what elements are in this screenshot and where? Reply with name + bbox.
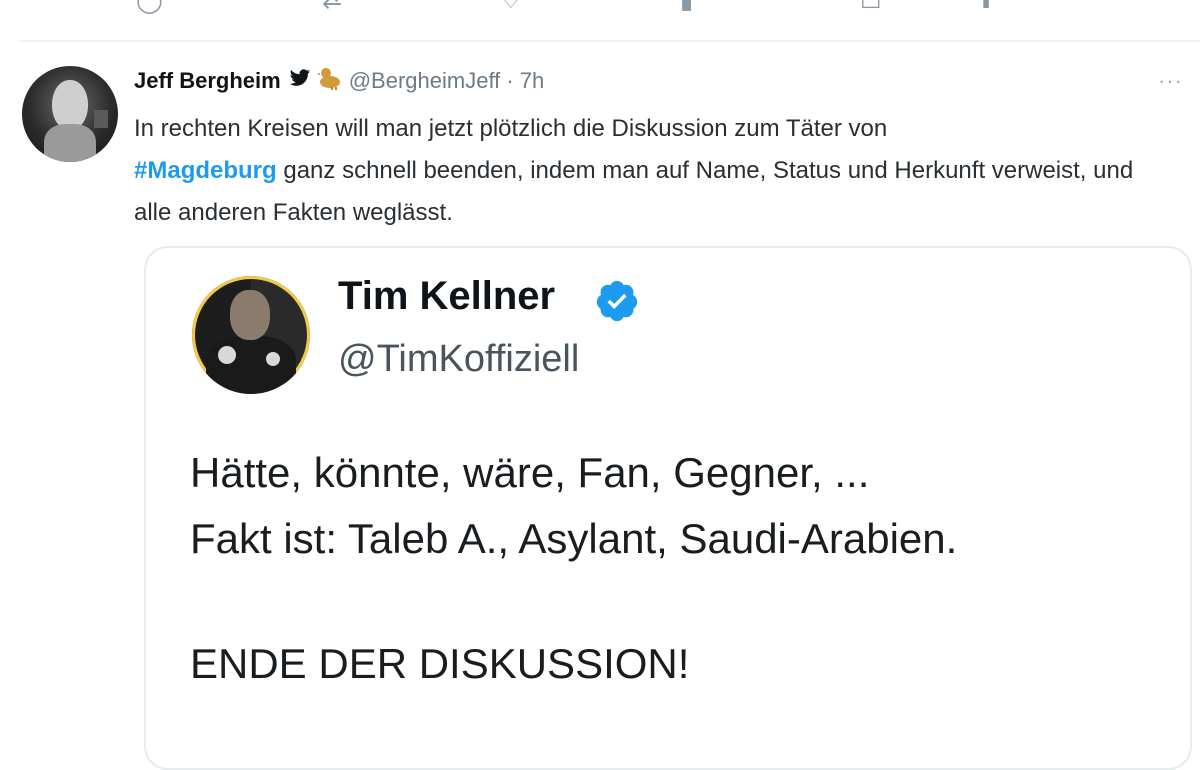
verified-badge-icon <box>596 280 638 322</box>
duck-icon <box>316 66 343 96</box>
quoted-author-name[interactable]: Tim Kellner <box>338 274 555 319</box>
author-handle-timestamp[interactable]: @BergheimJeff · 7h <box>349 68 545 94</box>
quoted-line-2: Fakt ist: Taleb A., Asylant, Saudi-Arabi… <box>190 515 958 562</box>
hashtag-link[interactable]: #Magdeburg <box>134 157 277 184</box>
quoted-line-1: Hätte, könnte, wäre, Fan, Gegner, ... <box>190 449 870 496</box>
tweet-divider <box>20 40 1200 42</box>
author-avatar[interactable] <box>22 66 118 162</box>
quoted-author-handle[interactable]: @TimKoffiziell <box>338 338 579 381</box>
tweet-text: In rechten Kreisen will man jetzt plötzl… <box>134 108 1154 234</box>
tweet-text-part2: ganz schnell beenden, indem man auf Name… <box>134 157 1134 226</box>
tweet-text-part1: In rechten Kreisen will man jetzt plötzl… <box>134 115 888 142</box>
quoted-tweet[interactable]: Tim Kellner @TimKoffiziell Hätte, könnte… <box>144 246 1192 770</box>
views-icon[interactable]: ▮ <box>680 0 693 15</box>
author-name[interactable]: Jeff Bergheim <box>134 68 281 94</box>
previous-tweet-action-bar: ◯ ⇄ ♡ ▮ ☐ ⬆ <box>0 0 1200 22</box>
like-icon[interactable]: ♡ <box>500 0 522 15</box>
tweet-header: Jeff Bergheim @BergheimJeff · 7h <box>134 64 544 98</box>
share-icon[interactable]: ⬆ <box>976 0 996 15</box>
retweet-icon[interactable]: ⇄ <box>322 0 342 15</box>
quoted-tweet-text: Hätte, könnte, wäre, Fan, Gegner, ... Fa… <box>190 440 1180 572</box>
quoted-author-avatar[interactable] <box>192 276 310 394</box>
bird-icon <box>289 69 311 93</box>
quoted-line-3: ENDE DER DISKUSSION! <box>190 640 690 687</box>
reply-icon[interactable]: ◯ <box>136 0 163 15</box>
more-options-icon[interactable]: ··· <box>1158 68 1183 94</box>
bookmark-icon[interactable]: ☐ <box>860 0 882 15</box>
